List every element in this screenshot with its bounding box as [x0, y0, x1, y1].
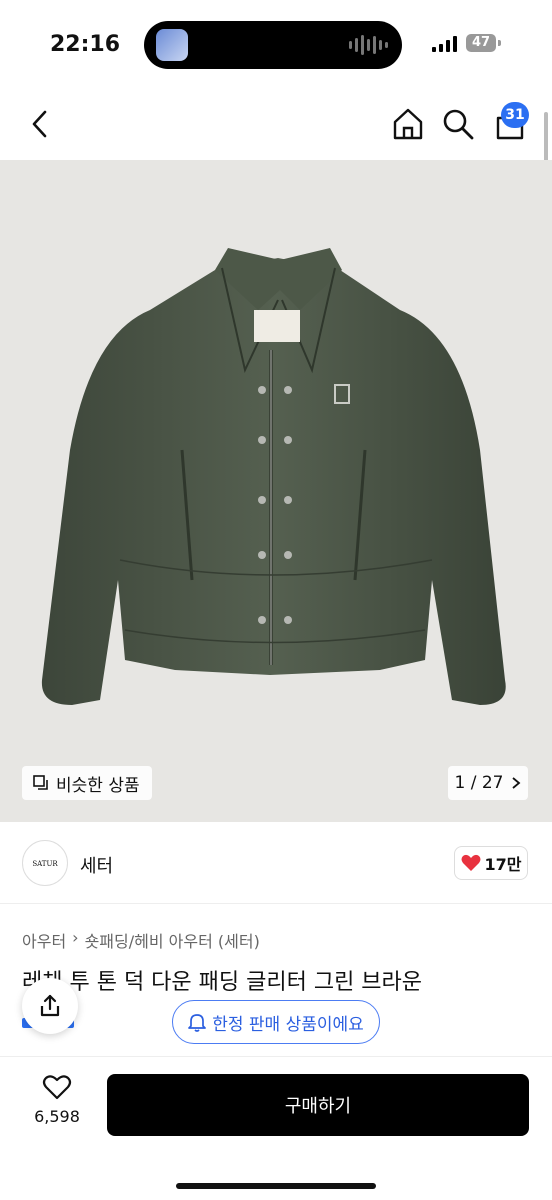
cart-count-badge: 31	[501, 102, 529, 128]
clock: 22:16	[50, 32, 121, 57]
limited-sale-label: 한정 판매 상품이에요	[212, 1014, 364, 1035]
breadcrumb: 아우터 › 숏패딩/헤비 아우터 (세터)	[22, 928, 260, 952]
home-icon[interactable]	[388, 104, 428, 144]
signal-icon	[432, 36, 457, 52]
status-bar: 22:16 47	[0, 0, 552, 90]
share-button[interactable]	[22, 978, 78, 1034]
image-pager[interactable]: 1 / 27	[448, 766, 528, 800]
search-icon[interactable]	[438, 104, 478, 144]
home-indicator[interactable]	[176, 1183, 376, 1189]
back-icon[interactable]	[20, 104, 60, 144]
breadcrumb-separator-icon: ›	[72, 928, 79, 947]
breadcrumb-item[interactable]: 숏패딩/헤비 아우터 (세터)	[85, 928, 260, 952]
bottom-bar: 6,598 구매하기	[0, 1056, 552, 1200]
similar-icon	[33, 775, 48, 790]
buy-button[interactable]: 구매하기	[107, 1074, 529, 1136]
jacket-image	[41, 248, 506, 705]
similar-products-label: 비슷한 상품	[56, 775, 140, 796]
battery-cap	[498, 40, 501, 46]
heart-outline-icon	[42, 1075, 72, 1100]
top-nav	[0, 90, 552, 160]
shop-like-button[interactable]: 17만	[454, 846, 528, 880]
shop-row[interactable]: SATUR 세터 17만	[0, 822, 552, 904]
dynamic-island[interactable]	[144, 21, 402, 69]
pager-text: 1 / 27	[454, 773, 504, 793]
shop-name[interactable]: 세터	[80, 852, 113, 878]
product-title: 레체 투 톤 덕 다운 패딩 글리터 그린 브라운	[22, 970, 423, 995]
audio-wave-icon	[349, 35, 388, 55]
shop-like-count: 17만	[484, 855, 522, 874]
share-icon	[40, 994, 60, 1017]
heart-icon	[461, 854, 480, 871]
battery-icon: 47	[466, 34, 496, 52]
wishlist-count: 6,598	[34, 1107, 80, 1126]
wishlist-button[interactable]: 6,598	[22, 1073, 92, 1126]
breadcrumb-item[interactable]: 아우터	[22, 928, 66, 952]
product-image-carousel[interactable]: 비슷한 상품 1 / 27	[0, 160, 552, 822]
bell-icon	[188, 1014, 207, 1032]
shop-logo[interactable]: SATUR	[22, 840, 68, 886]
now-playing-artwork	[156, 29, 188, 61]
chevron-right-icon	[512, 777, 521, 789]
similar-products-button[interactable]: 비슷한 상품	[22, 766, 152, 800]
limited-sale-pill[interactable]: 한정 판매 상품이에요	[172, 1000, 380, 1044]
